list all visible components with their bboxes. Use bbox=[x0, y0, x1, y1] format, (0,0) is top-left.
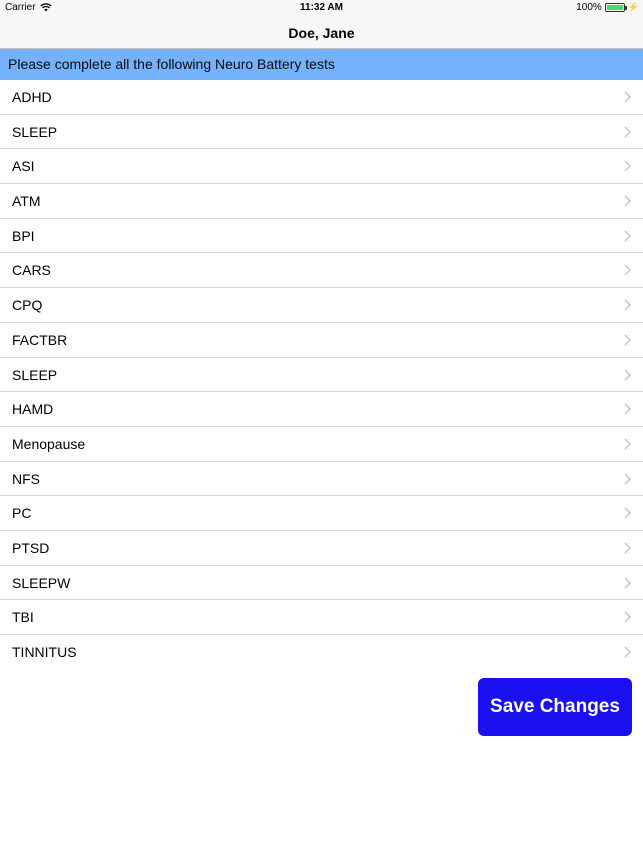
list-item[interactable]: PC bbox=[0, 496, 643, 531]
chevron-right-icon bbox=[624, 369, 631, 381]
battery-percent: 100% bbox=[576, 2, 602, 13]
test-label: TINNITUS bbox=[12, 644, 77, 660]
list-item[interactable]: SLEEP bbox=[0, 115, 643, 150]
instruction-banner: Please complete all the following Neuro … bbox=[0, 49, 643, 80]
chevron-right-icon bbox=[624, 299, 631, 311]
chevron-right-icon bbox=[624, 507, 631, 519]
list-item[interactable]: PTSD bbox=[0, 531, 643, 566]
list-item[interactable]: BPI bbox=[0, 219, 643, 254]
chevron-right-icon bbox=[624, 264, 631, 276]
test-label: CARS bbox=[12, 262, 51, 279]
list-item[interactable]: SLEEP bbox=[0, 358, 643, 393]
chevron-right-icon bbox=[624, 542, 631, 554]
test-label: PTSD bbox=[12, 539, 50, 556]
test-label: SLEEPW bbox=[12, 574, 71, 591]
test-label: SLEEP bbox=[12, 366, 58, 383]
chevron-right-icon bbox=[624, 91, 631, 103]
list-item[interactable]: NFS bbox=[0, 462, 643, 497]
test-label: PC bbox=[12, 505, 32, 522]
test-label: TBI bbox=[12, 609, 34, 626]
list-item[interactable]: CPQ bbox=[0, 288, 643, 323]
chevron-right-icon bbox=[624, 646, 631, 658]
test-label: Menopause bbox=[12, 435, 86, 452]
chevron-right-icon bbox=[624, 126, 631, 138]
list-item[interactable]: TINNITUS bbox=[0, 635, 643, 670]
list-item[interactable]: FACTBR bbox=[0, 323, 643, 358]
save-changes-button[interactable]: Save Changes bbox=[478, 678, 632, 736]
chevron-right-icon bbox=[624, 403, 631, 415]
test-label: ADHD bbox=[12, 89, 52, 105]
list-item[interactable]: ATM bbox=[0, 184, 643, 219]
battery-icon bbox=[604, 3, 627, 12]
chevron-right-icon bbox=[624, 473, 631, 485]
list-item[interactable]: TBI bbox=[0, 600, 643, 635]
test-label: SLEEP bbox=[12, 123, 58, 140]
test-label: BPI bbox=[12, 227, 35, 244]
chevron-right-icon bbox=[624, 438, 631, 450]
test-label: FACTBR bbox=[12, 331, 68, 348]
bolt-icon: ⚡ bbox=[627, 2, 639, 12]
status-time: 11:32 AM bbox=[300, 2, 343, 13]
list-item[interactable]: ASI bbox=[0, 149, 643, 185]
list-item[interactable]: ADHD bbox=[0, 80, 643, 115]
chevron-right-icon bbox=[624, 611, 631, 623]
page-title: Doe, Jane bbox=[288, 25, 355, 41]
chevron-right-icon bbox=[624, 230, 631, 242]
chevron-right-icon bbox=[624, 195, 631, 207]
list-item[interactable]: HAMD bbox=[0, 392, 643, 427]
test-label: CPQ bbox=[12, 297, 43, 314]
chevron-right-icon bbox=[624, 334, 631, 346]
list-item[interactable]: CARS bbox=[0, 253, 643, 289]
navigation-bar: Doe, Jane bbox=[0, 16, 643, 49]
battery-group: 100% ⚡ bbox=[576, 2, 639, 13]
test-label: ASI bbox=[12, 158, 35, 175]
test-label: ATM bbox=[12, 193, 41, 210]
test-label: NFS bbox=[12, 470, 40, 487]
test-list: ADHD SLEEP ASI ATM BPI CARS CPQ FACTBR SLEEP HAMD… bbox=[0, 80, 643, 670]
status-bar: Carrier 11:32 AM 100% ⚡ bbox=[0, 0, 643, 16]
list-item[interactable]: Menopause bbox=[0, 427, 643, 462]
chevron-right-icon bbox=[624, 160, 631, 172]
chevron-right-icon bbox=[624, 577, 631, 589]
list-item[interactable]: SLEEPW bbox=[0, 566, 643, 601]
test-label: HAMD bbox=[12, 401, 54, 418]
